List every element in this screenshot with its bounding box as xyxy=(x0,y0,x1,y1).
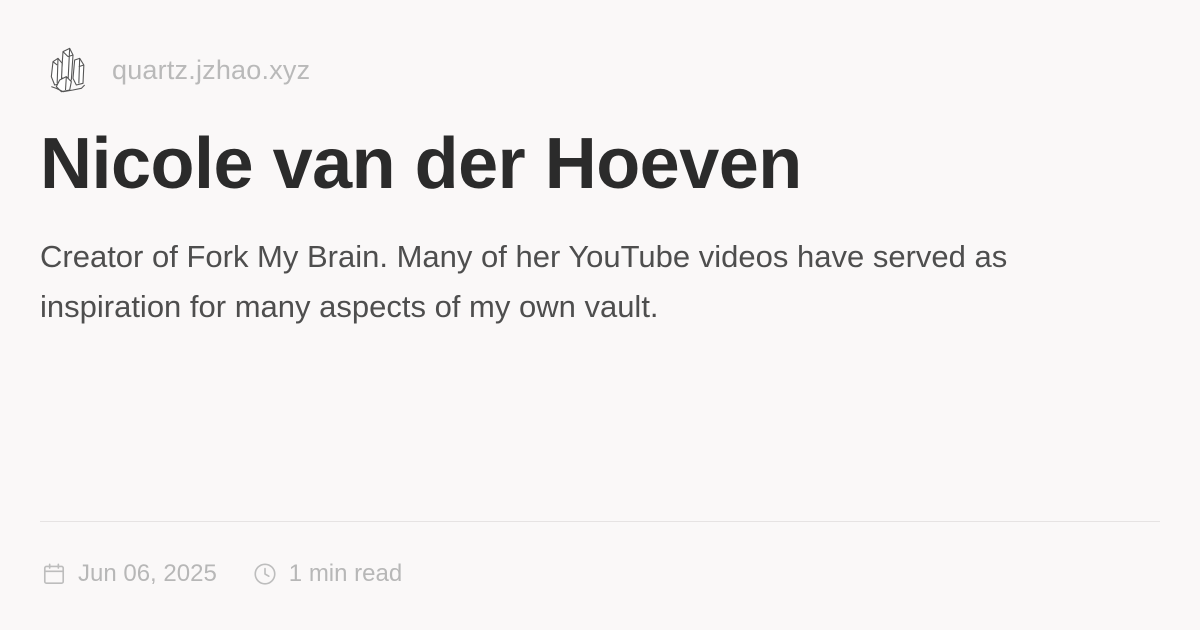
reading-time-meta: 1 min read xyxy=(251,560,402,588)
clock-icon xyxy=(251,560,279,588)
divider xyxy=(40,521,1160,522)
calendar-icon xyxy=(40,560,68,588)
reading-time: 1 min read xyxy=(288,560,403,587)
page-description: Creator of Fork My Brain. Many of her Yo… xyxy=(40,239,1008,324)
date-meta: Jun 06, 2025 xyxy=(40,560,217,588)
site-domain[interactable]: quartz.jzhao.xyz xyxy=(112,55,310,86)
og-card: quartz.jzhao.xyz Nicole van der Hoeven C… xyxy=(0,0,1200,630)
crystal-cluster-icon xyxy=(44,42,92,98)
site-header: quartz.jzhao.xyz xyxy=(44,40,310,100)
page-meta: Jun 06, 2025 1 min read xyxy=(40,556,436,592)
page-title: Nicole van der Hoeven xyxy=(40,124,802,204)
publish-date: Jun 06, 2025 xyxy=(78,560,217,587)
